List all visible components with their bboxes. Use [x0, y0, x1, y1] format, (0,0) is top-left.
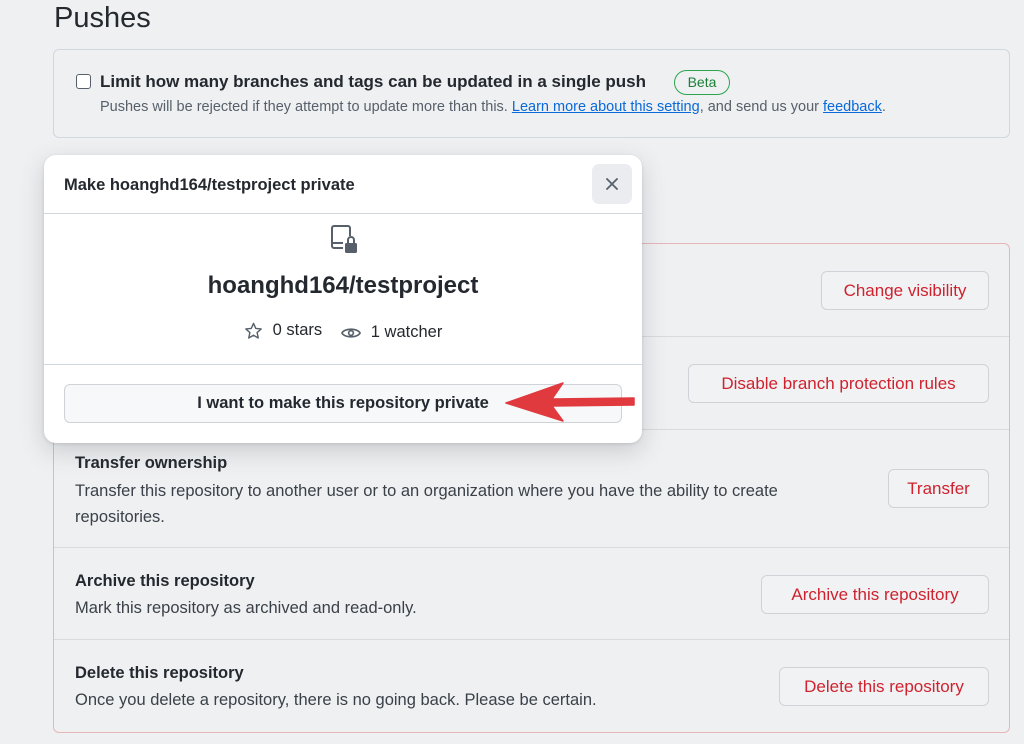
watchers-count: 1 watcher [370, 323, 443, 341]
beta-badge: Beta [674, 70, 730, 95]
archive-title: Archive this repository [75, 572, 255, 590]
eye-icon [340, 327, 361, 338]
pushes-settings-box: Limit how many branches and tags can be … [53, 49, 1010, 138]
repo-locked-icon [331, 225, 357, 253]
x-icon [606, 178, 618, 190]
disable-branch-protection-button[interactable]: Disable branch protection rules [688, 364, 989, 403]
pushes-description: Pushes will be rejected if they attempt … [100, 99, 886, 115]
transfer-description: Transfer this repository to another user… [75, 478, 778, 530]
delete-row: Delete this repository Once you delete a… [54, 639, 1009, 733]
learn-more-link[interactable]: Learn more about this setting [512, 99, 700, 115]
delete-description: Once you delete a repository, there is n… [75, 691, 597, 709]
stars-count: 0 stars [272, 321, 323, 339]
archive-description: Mark this repository as archived and rea… [75, 599, 417, 617]
close-button[interactable] [592, 164, 632, 204]
delete-title: Delete this repository [75, 664, 244, 682]
transfer-button[interactable]: Transfer [888, 469, 989, 508]
limit-pushes-checkbox[interactable] [76, 74, 91, 89]
feedback-link[interactable]: feedback [823, 99, 882, 115]
pushes-desc-mid: , and send us your [699, 99, 824, 115]
delete-repository-button[interactable]: Delete this repository [779, 667, 989, 706]
transfer-title: Transfer ownership [75, 454, 228, 472]
pushes-heading: Pushes [54, 2, 151, 34]
dialog-header: Make hoanghd164/testproject private [44, 155, 642, 214]
transfer-desc-line2: repositories. [75, 508, 165, 526]
stars-stat: 0 stars [244, 321, 323, 340]
repository-name: hoanghd164/testproject [207, 272, 479, 299]
archive-repository-button[interactable]: Archive this repository [761, 575, 989, 614]
repository-stats: 0 stars 1 watcher [44, 321, 642, 345]
limit-pushes-label[interactable]: Limit how many branches and tags can be … [100, 72, 646, 92]
transfer-desc-line1: Transfer this repository to another user… [75, 482, 778, 500]
settings-page: Pushes Limit how many branches and tags … [0, 0, 1024, 744]
dialog-divider [44, 364, 642, 365]
dialog-title: Make hoanghd164/testproject private [64, 176, 355, 194]
star-icon [244, 322, 262, 339]
transfer-ownership-row: Transfer ownership Transfer this reposit… [54, 429, 1009, 547]
pushes-desc-pre: Pushes will be rejected if they attempt … [100, 99, 512, 115]
pushes-desc-post: . [881, 99, 886, 115]
watchers-stat: 1 watcher [340, 323, 443, 342]
red-arrow-annotation [505, 382, 635, 422]
archive-row: Archive this repository Mark this reposi… [54, 547, 1009, 639]
change-visibility-button[interactable]: Change visibility [821, 271, 989, 310]
